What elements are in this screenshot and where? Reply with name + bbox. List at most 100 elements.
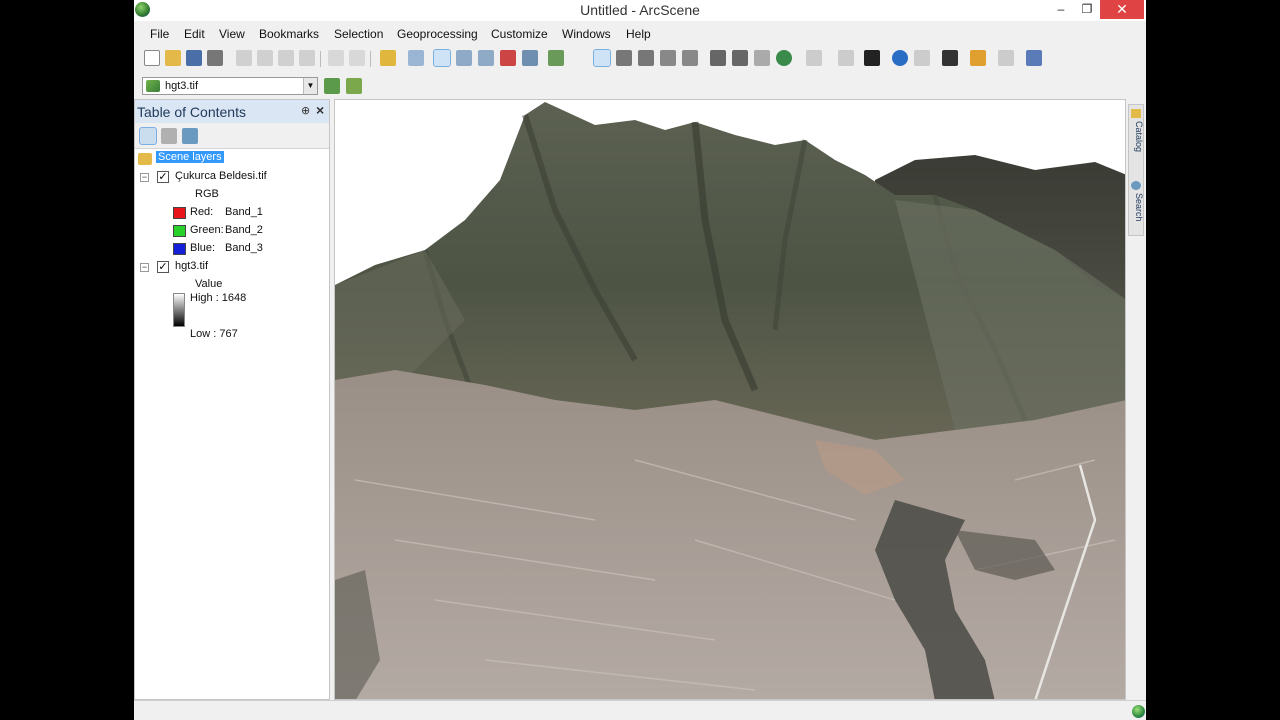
navigate-icon[interactable] — [593, 49, 611, 67]
window-title: Untitled - ArcScene — [580, 2, 700, 18]
elevation-color-ramp[interactable] — [173, 293, 185, 327]
high-value-label: High : 1648 — [190, 292, 247, 304]
view-icon[interactable] — [433, 49, 451, 67]
toolbar-separator — [320, 51, 321, 67]
collapse-layer-1-toggle[interactable]: − — [140, 173, 149, 182]
redo-icon[interactable] — [349, 50, 365, 66]
base-heights-icon[interactable] — [324, 78, 340, 94]
layer-2-visibility-checkbox[interactable]: ✓ — [157, 261, 169, 273]
fullscreen-icon[interactable] — [522, 50, 538, 66]
html-popup-icon[interactable] — [914, 50, 930, 66]
green-band-swatch[interactable] — [173, 225, 186, 237]
layer-properties-icon[interactable] — [346, 78, 362, 94]
full-extent-icon[interactable] — [776, 50, 792, 66]
menu-selection[interactable]: Selection — [334, 27, 383, 41]
identify-icon[interactable] — [892, 50, 908, 66]
low-value-label: Low : 767 — [190, 328, 238, 340]
menu-file[interactable]: File — [150, 27, 169, 41]
scene-view[interactable] — [334, 99, 1126, 700]
catalog-icon — [1131, 109, 1141, 118]
red-band-value: Band_1 — [225, 206, 263, 218]
title-bar: Untitled - ArcScene – ❐ ✕ — [134, 0, 1146, 21]
find-icon[interactable] — [942, 50, 958, 66]
zoom-to-target-icon[interactable] — [660, 50, 676, 66]
pan-icon[interactable] — [754, 50, 770, 66]
list-by-drawing-order-icon[interactable] — [139, 127, 157, 145]
paste-icon[interactable] — [278, 50, 294, 66]
add-data-icon[interactable] — [380, 50, 396, 66]
toc-header: Table of Contents ⊕ × — [135, 100, 329, 123]
menu-view[interactable]: View — [219, 27, 245, 41]
zoom-in-icon[interactable] — [710, 50, 726, 66]
print-icon[interactable] — [207, 50, 223, 66]
blue-band-value: Band_3 — [225, 242, 263, 254]
green-band-channel: Green: — [190, 224, 224, 236]
menu-help[interactable]: Help — [626, 27, 651, 41]
save-icon[interactable] — [186, 50, 202, 66]
layer-2-renderer: Value — [195, 278, 223, 290]
copy-icon[interactable] — [257, 50, 273, 66]
new-document-icon[interactable] — [144, 50, 160, 66]
chevron-down-icon[interactable]: ▼ — [303, 78, 317, 94]
layer-1-visibility-checkbox[interactable]: ✓ — [157, 171, 169, 183]
collapse-layer-2-toggle[interactable]: − — [140, 263, 149, 272]
cut-icon[interactable] — [236, 50, 252, 66]
fly-icon[interactable] — [616, 50, 632, 66]
toolbar-separator — [370, 51, 371, 67]
layout-icon[interactable] — [456, 50, 472, 66]
pin-icon[interactable]: ⊕ — [301, 104, 310, 117]
open-icon[interactable] — [165, 50, 181, 66]
search-icon — [1131, 181, 1141, 190]
layer-dropdown[interactable]: hgt3.tif ▼ — [142, 77, 318, 95]
red-band-channel: Red: — [190, 206, 214, 218]
attributes-icon[interactable] — [970, 50, 986, 66]
target-center-icon[interactable] — [638, 50, 654, 66]
close-button[interactable]: ✕ — [1100, 0, 1144, 19]
layer-2-name[interactable]: hgt3.tif — [175, 260, 208, 272]
clear-selection-icon[interactable] — [838, 50, 854, 66]
layer-1-name[interactable]: Çukurca Beldesi.tif — [175, 170, 267, 182]
menu-customize[interactable]: Customize — [491, 27, 548, 41]
menu-edit[interactable]: Edit — [184, 27, 205, 41]
terrain-3d-render[interactable] — [335, 100, 1126, 700]
arcscene-window: Untitled - ArcScene – ❐ ✕ File Edit View… — [134, 0, 1146, 720]
raster-layer-icon — [146, 80, 160, 92]
scene-layers-label[interactable]: Scene layers — [156, 151, 224, 163]
toc-toolbar — [135, 123, 329, 149]
restore-button[interactable]: ❐ — [1074, 0, 1100, 19]
search-tab[interactable]: Search — [1130, 193, 1144, 222]
identify-target-icon[interactable] — [682, 50, 698, 66]
menu-bookmarks[interactable]: Bookmarks — [259, 27, 319, 41]
blue-band-swatch[interactable] — [173, 243, 186, 255]
menu-geoprocessing[interactable]: Geoprocessing — [397, 27, 478, 41]
layer-tree: Scene layers − ✓ Çukurca Beldesi.tif RGB… — [135, 150, 329, 698]
toc-close-icon[interactable]: × — [316, 102, 324, 118]
right-dock: Catalog Search — [1128, 104, 1144, 236]
list-by-visibility-icon[interactable] — [182, 128, 198, 144]
select-features-icon[interactable] — [864, 50, 880, 66]
zoom-out-icon[interactable] — [732, 50, 748, 66]
minimize-button[interactable]: – — [1048, 0, 1074, 19]
layer-1-renderer: RGB — [195, 188, 219, 200]
red-band-swatch[interactable] — [173, 207, 186, 219]
delete-icon[interactable] — [299, 50, 315, 66]
blue-band-channel: Blue: — [190, 242, 216, 254]
toc-title: Table of Contents — [137, 104, 246, 120]
animation-icon[interactable] — [478, 50, 494, 66]
status-bar — [134, 700, 1146, 720]
set-observer-icon[interactable] — [548, 50, 564, 66]
standard-toolbar — [134, 46, 1146, 72]
record-icon[interactable] — [500, 50, 516, 66]
globe-icon — [1132, 705, 1145, 718]
arccatalog-icon[interactable] — [998, 50, 1014, 66]
menu-bar: File Edit View Bookmarks Selection Geopr… — [134, 24, 1146, 44]
scene-properties-icon[interactable] — [408, 50, 424, 66]
list-by-source-icon[interactable] — [161, 128, 177, 144]
menu-windows[interactable]: Windows — [562, 27, 611, 41]
select-by-graphics-icon[interactable] — [806, 50, 822, 66]
catalog-tab[interactable]: Catalog — [1130, 121, 1144, 152]
undo-icon[interactable] — [328, 50, 344, 66]
green-band-value: Band_2 — [225, 224, 263, 236]
table-of-contents-panel: Table of Contents ⊕ × Scene layers − ✓ Ç… — [134, 99, 330, 700]
arctoolbox-icon[interactable] — [1026, 50, 1042, 66]
